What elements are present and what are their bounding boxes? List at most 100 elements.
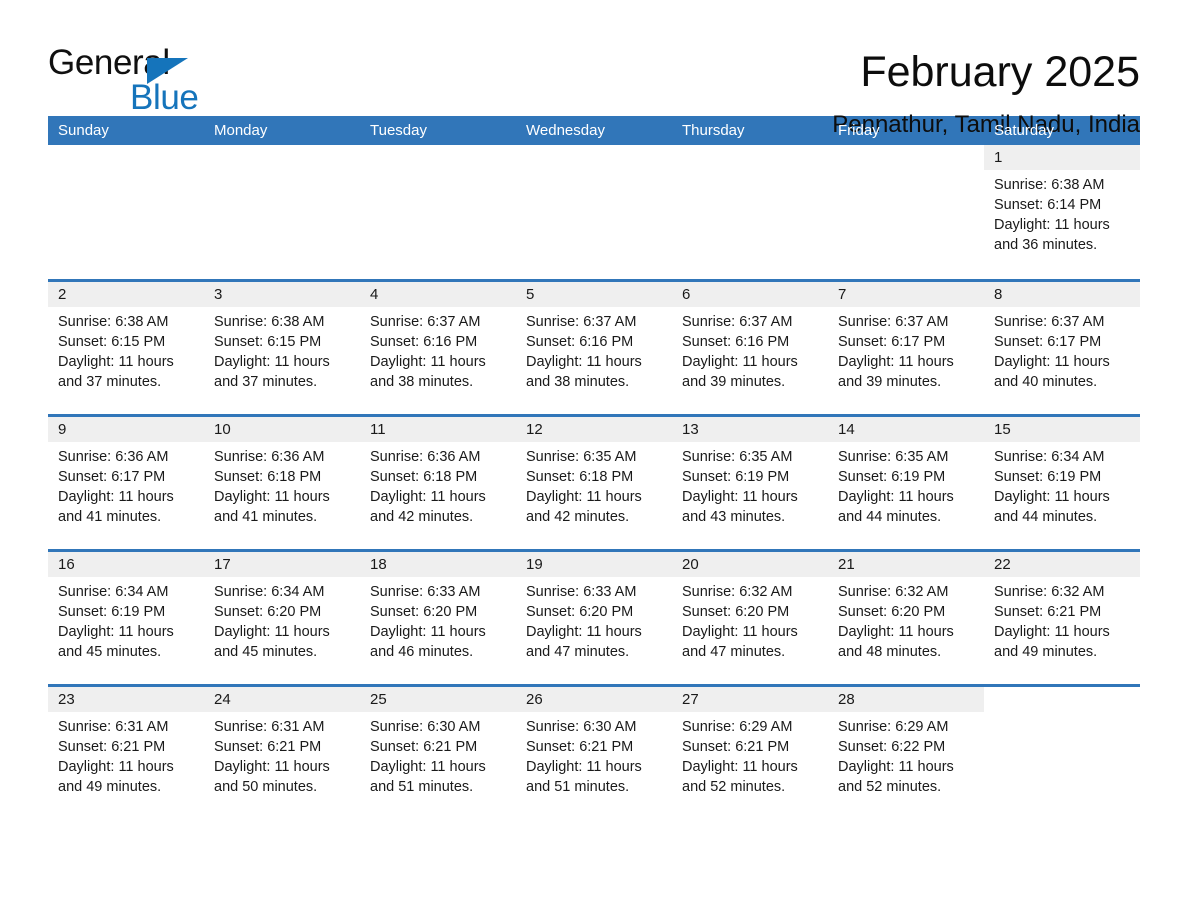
sunset-text: Sunset: 6:20 PM	[838, 604, 946, 620]
day-cell-21[interactable]: 21 Sunrise: 6:32 AM Sunset: 6:20 PM Dayligh…	[828, 552, 984, 684]
daylight-text: Daylight: 11 hours and 36 minutes.	[994, 217, 1110, 253]
day-number-band: 11	[360, 417, 516, 442]
day-number: 17	[214, 556, 231, 573]
sunset-text: Sunset: 6:18 PM	[370, 469, 478, 485]
sunrise-text: Sunrise: 6:35 AM	[682, 449, 793, 465]
day-cell-25[interactable]: 25 Sunrise: 6:30 AM Sunset: 6:21 PM Dayligh…	[360, 687, 516, 819]
day-number: 1	[994, 149, 1003, 166]
day-cell-5[interactable]: 5 Sunrise: 6:37 AM Sunset: 6:16 PM Daylight…	[516, 282, 672, 414]
sunset-text: Sunset: 6:21 PM	[526, 739, 634, 755]
daylight-text: Daylight: 11 hours and 41 minutes.	[58, 489, 174, 525]
sunset-text: Sunset: 6:18 PM	[526, 469, 634, 485]
day-number-band: 4	[360, 282, 516, 307]
day-cell-empty	[48, 145, 204, 279]
daylight-text: Daylight: 11 hours and 41 minutes.	[214, 489, 330, 525]
day-cell-2[interactable]: 2 Sunrise: 6:38 AM Sunset: 6:15 PM Daylight…	[48, 282, 204, 414]
sunset-text: Sunset: 6:20 PM	[682, 604, 790, 620]
day-number-band: 3	[204, 282, 360, 307]
sunrise-text: Sunrise: 6:30 AM	[370, 719, 481, 735]
day-cell-20[interactable]: 20 Sunrise: 6:32 AM Sunset: 6:20 PM Dayligh…	[672, 552, 828, 684]
sunset-text: Sunset: 6:22 PM	[838, 739, 946, 755]
sunrise-text: Sunrise: 6:36 AM	[370, 449, 481, 465]
day-cell-19[interactable]: 19 Sunrise: 6:33 AM Sunset: 6:20 PM Dayligh…	[516, 552, 672, 684]
day-cell-16[interactable]: 16 Sunrise: 6:34 AM Sunset: 6:19 PM Dayligh…	[48, 552, 204, 684]
sunrise-text: Sunrise: 6:32 AM	[838, 584, 949, 600]
day-cell-23[interactable]: 23 Sunrise: 6:31 AM Sunset: 6:21 PM Dayligh…	[48, 687, 204, 819]
day-details: Sunrise: 6:31 AM Sunset: 6:21 PM Daylight:…	[204, 712, 360, 797]
sunrise-text: Sunrise: 6:37 AM	[994, 314, 1105, 330]
day-cell-17[interactable]: 17 Sunrise: 6:34 AM Sunset: 6:20 PM Dayligh…	[204, 552, 360, 684]
day-number: 2	[58, 286, 67, 303]
calendar-week-row: 1 Sunrise: 6:38 AM Sunset: 6:14 PM Daylight…	[48, 145, 1140, 279]
day-number-band: 27	[672, 687, 828, 712]
day-number-band: 16	[48, 552, 204, 577]
day-cell-10[interactable]: 10 Sunrise: 6:36 AM Sunset: 6:18 PM Dayligh…	[204, 417, 360, 549]
calendar-week-row: 9 Sunrise: 6:36 AM Sunset: 6:17 PM Daylight…	[48, 414, 1140, 549]
day-details	[984, 712, 1140, 717]
weekday-header-tuesday: Tuesday	[370, 122, 427, 139]
day-cell-26[interactable]: 26 Sunrise: 6:30 AM Sunset: 6:21 PM Dayligh…	[516, 687, 672, 819]
page-header: General Blue February 2025 Pennathur, Ta…	[48, 0, 1140, 139]
day-number: 6	[682, 286, 691, 303]
day-cell-18[interactable]: 18 Sunrise: 6:33 AM Sunset: 6:20 PM Dayligh…	[360, 552, 516, 684]
day-details	[828, 170, 984, 175]
day-details: Sunrise: 6:36 AM Sunset: 6:18 PM Daylight:…	[360, 442, 516, 527]
day-number-band: 1	[984, 145, 1140, 170]
day-number: 27	[682, 691, 699, 708]
day-cell-3[interactable]: 3 Sunrise: 6:38 AM Sunset: 6:15 PM Daylight…	[204, 282, 360, 414]
day-number-band: 10	[204, 417, 360, 442]
sunset-text: Sunset: 6:20 PM	[214, 604, 322, 620]
day-number-band: 26	[516, 687, 672, 712]
day-number: 23	[58, 691, 75, 708]
day-number-band: 21	[828, 552, 984, 577]
generalblue-logo[interactable]: General Blue	[48, 44, 199, 117]
daylight-text: Daylight: 11 hours and 52 minutes.	[838, 759, 954, 795]
day-cell-7[interactable]: 7 Sunrise: 6:37 AM Sunset: 6:17 PM Daylight…	[828, 282, 984, 414]
day-cell-9[interactable]: 9 Sunrise: 6:36 AM Sunset: 6:17 PM Daylight…	[48, 417, 204, 549]
page-title: February 2025	[860, 48, 1140, 96]
day-cell-22[interactable]: 22 Sunrise: 6:32 AM Sunset: 6:21 PM Dayligh…	[984, 552, 1140, 684]
daylight-text: Daylight: 11 hours and 37 minutes.	[214, 354, 330, 390]
day-cell-11[interactable]: 11 Sunrise: 6:36 AM Sunset: 6:18 PM Dayligh…	[360, 417, 516, 549]
weekday-header-sunday: Sunday	[58, 122, 109, 139]
day-number-band	[204, 145, 360, 170]
day-cell-empty	[984, 687, 1140, 819]
sunset-text: Sunset: 6:16 PM	[370, 334, 478, 350]
sunrise-text: Sunrise: 6:37 AM	[682, 314, 793, 330]
day-number-band: 12	[516, 417, 672, 442]
day-cell-28[interactable]: 28 Sunrise: 6:29 AM Sunset: 6:22 PM Dayligh…	[828, 687, 984, 819]
day-cell-14[interactable]: 14 Sunrise: 6:35 AM Sunset: 6:19 PM Dayligh…	[828, 417, 984, 549]
day-details: Sunrise: 6:29 AM Sunset: 6:22 PM Daylight:…	[828, 712, 984, 797]
day-details: Sunrise: 6:35 AM Sunset: 6:18 PM Daylight:…	[516, 442, 672, 527]
calendar-weeks: 1 Sunrise: 6:38 AM Sunset: 6:14 PM Daylight…	[48, 145, 1140, 819]
day-number: 18	[370, 556, 387, 573]
day-cell-24[interactable]: 24 Sunrise: 6:31 AM Sunset: 6:21 PM Dayligh…	[204, 687, 360, 819]
sunset-text: Sunset: 6:17 PM	[994, 334, 1102, 350]
sunrise-text: Sunrise: 6:38 AM	[994, 177, 1105, 193]
day-number: 12	[526, 421, 543, 438]
sunrise-text: Sunrise: 6:32 AM	[682, 584, 793, 600]
day-cell-13[interactable]: 13 Sunrise: 6:35 AM Sunset: 6:19 PM Dayligh…	[672, 417, 828, 549]
day-details	[672, 170, 828, 175]
day-cell-1[interactable]: 1 Sunrise: 6:38 AM Sunset: 6:14 PM Daylight…	[984, 145, 1140, 279]
sunrise-text: Sunrise: 6:36 AM	[58, 449, 169, 465]
sunrise-text: Sunrise: 6:38 AM	[58, 314, 169, 330]
sunrise-text: Sunrise: 6:35 AM	[526, 449, 637, 465]
day-cell-12[interactable]: 12 Sunrise: 6:35 AM Sunset: 6:18 PM Dayligh…	[516, 417, 672, 549]
day-cell-8[interactable]: 8 Sunrise: 6:37 AM Sunset: 6:17 PM Daylight…	[984, 282, 1140, 414]
day-cell-6[interactable]: 6 Sunrise: 6:37 AM Sunset: 6:16 PM Daylight…	[672, 282, 828, 414]
sunset-text: Sunset: 6:15 PM	[58, 334, 166, 350]
sunrise-text: Sunrise: 6:33 AM	[370, 584, 481, 600]
day-details: Sunrise: 6:37 AM Sunset: 6:17 PM Daylight:…	[984, 307, 1140, 392]
day-details: Sunrise: 6:36 AM Sunset: 6:17 PM Daylight:…	[48, 442, 204, 527]
weekday-header-wednesday: Wednesday	[526, 122, 605, 139]
day-number-band: 24	[204, 687, 360, 712]
day-number-band: 23	[48, 687, 204, 712]
day-cell-27[interactable]: 27 Sunrise: 6:29 AM Sunset: 6:21 PM Dayligh…	[672, 687, 828, 819]
sunset-text: Sunset: 6:14 PM	[994, 197, 1102, 213]
day-number: 22	[994, 556, 1011, 573]
daylight-text: Daylight: 11 hours and 44 minutes.	[994, 489, 1110, 525]
day-cell-empty	[360, 145, 516, 279]
day-cell-4[interactable]: 4 Sunrise: 6:37 AM Sunset: 6:16 PM Daylight…	[360, 282, 516, 414]
day-cell-15[interactable]: 15 Sunrise: 6:34 AM Sunset: 6:19 PM Dayligh…	[984, 417, 1140, 549]
